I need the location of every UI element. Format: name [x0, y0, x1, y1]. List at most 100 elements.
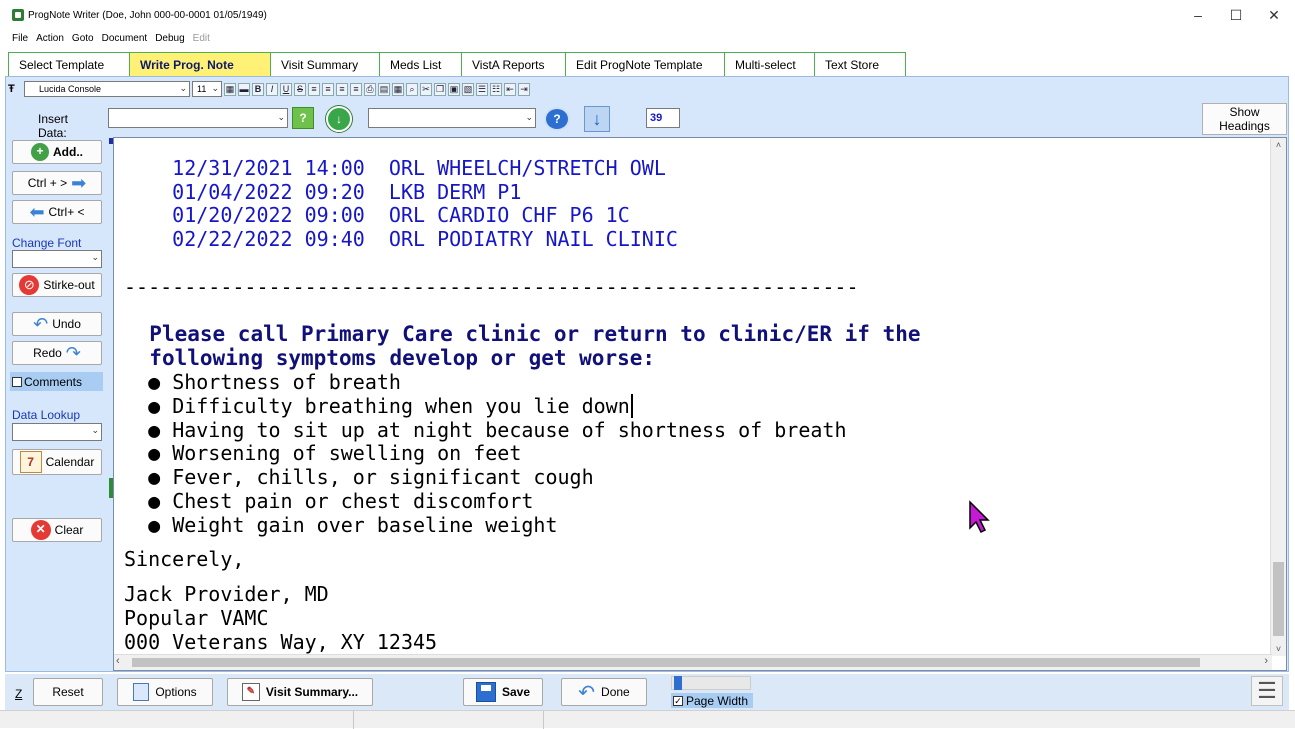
z-shortcut[interactable]: Z [15, 687, 22, 701]
help-icon[interactable]: ? [544, 107, 570, 131]
text-caret [630, 393, 633, 418]
calendar-label: Calendar [45, 455, 95, 469]
instructions-heading: following symptoms develop or get worse: [149, 346, 656, 371]
tab-meds-list[interactable]: Meds List [379, 52, 462, 76]
align-left-icon[interactable]: ≡ [308, 82, 320, 96]
scroll-left-icon[interactable]: ‹ [116, 655, 120, 667]
table-icon[interactable]: ▦ [392, 82, 404, 96]
close-button[interactable]: ✕ [1255, 0, 1293, 30]
highlight-icon[interactable]: ▬ [238, 82, 250, 96]
insert-data-label: Insert Data: [38, 112, 69, 140]
page-width-slider[interactable] [671, 676, 751, 690]
tab-text-store[interactable]: Text Store [814, 52, 906, 76]
undo-icon: ↶ [33, 313, 49, 334]
done-label: Done [601, 685, 630, 699]
scroll-up-icon[interactable]: ˄ [1271, 138, 1286, 152]
find-icon[interactable]: ⌕ [406, 82, 418, 96]
minimize-button[interactable]: – [1179, 0, 1217, 30]
bold-button[interactable]: B [252, 82, 264, 96]
italic-button[interactable]: I [266, 82, 278, 96]
preview-icon[interactable]: ▤ [378, 82, 390, 96]
secondary-select[interactable]: ⌄ [368, 108, 536, 128]
clear-button[interactable]: ✕ Clear [12, 518, 102, 542]
separator-line: ----------------------------------------… [124, 274, 859, 299]
change-font-link[interactable]: Change Font [12, 236, 81, 250]
strike-out-button[interactable]: ⊘ Stirke-out [12, 273, 102, 297]
vertical-scroll-thumb[interactable] [1273, 562, 1284, 636]
horizontal-scrollbar[interactable]: ‹ › [114, 654, 1272, 670]
horizontal-scroll-thumb[interactable] [132, 658, 1200, 667]
add-button[interactable]: + Add.. [12, 140, 102, 164]
chevron-down-icon: ⌄ [525, 112, 533, 122]
font-name-select[interactable]: Lucida Console ⌄ [24, 81, 190, 97]
scroll-down-icon[interactable]: ˅ [1271, 642, 1286, 656]
paste-icon[interactable]: ▣ [448, 82, 460, 96]
ctrl-next-button[interactable]: Ctrl + > ➡ [12, 171, 102, 195]
calendar-button[interactable]: 7 Calendar [12, 449, 102, 475]
insert-data-select[interactable]: ⌄ [108, 108, 288, 128]
reset-button[interactable]: Reset [33, 678, 103, 706]
numbered-list-icon[interactable]: ☷ [490, 82, 502, 96]
chevron-down-icon: ⌄ [277, 112, 285, 122]
font-icon: Ŧ [8, 83, 15, 95]
tab-write-prog-note[interactable]: Write Prog. Note [129, 52, 271, 76]
align-center-icon[interactable]: ≡ [322, 82, 334, 96]
help-template-icon[interactable]: ? [292, 107, 314, 129]
indent-icon[interactable]: ⇥ [518, 82, 530, 96]
comments-label: Comments [24, 374, 83, 389]
tab-select-template[interactable]: Select Template [8, 52, 130, 76]
tab-strip: Select Template Write Prog. Note Visit S… [8, 52, 906, 76]
ctrl-next-label: Ctrl + > [27, 176, 68, 190]
menu-edit[interactable]: Edit [193, 33, 210, 44]
visit-summary-button[interactable]: ✎ Visit Summary... [227, 678, 373, 706]
tab-edit-prognote-template[interactable]: Edit ProgNote Template [565, 52, 725, 76]
options-button[interactable]: Options [117, 678, 213, 706]
outdent-icon[interactable]: ⇤ [504, 82, 516, 96]
bullet-list-icon[interactable]: ☰ [476, 82, 488, 96]
comments-toggle[interactable]: Comments [10, 372, 103, 391]
line-number-field[interactable]: 39 [646, 108, 680, 128]
image-icon[interactable]: ▧ [462, 82, 474, 96]
tab-visit-summary[interactable]: Visit Summary [270, 52, 380, 76]
font-color-icon[interactable]: ▦ [224, 82, 236, 96]
page-width-toggle[interactable]: ✓ Page Width [671, 693, 753, 708]
save-button[interactable]: Save [463, 678, 543, 706]
scroll-right-icon[interactable]: › [1264, 655, 1268, 667]
chevron-down-icon: ⌄ [91, 252, 99, 262]
print-icon[interactable]: ⎙ [364, 82, 376, 96]
menu-goto[interactable]: Goto [72, 33, 94, 44]
note-text[interactable]: 12/31/2021 14:00 ORL WHEELCH/STRETCH OWL… [124, 138, 1264, 658]
strikethrough-button[interactable]: S [294, 82, 306, 96]
copy-icon[interactable]: ❐ [434, 82, 446, 96]
tab-multi-select[interactable]: Multi-select [724, 52, 815, 76]
justify-icon[interactable]: ≡ [350, 82, 362, 96]
data-lookup-link[interactable]: Data Lookup [12, 408, 80, 422]
font-size-select[interactable]: 11 ⌄ [192, 81, 222, 97]
comments-checkbox[interactable] [12, 376, 22, 387]
menu-file[interactable]: File [12, 33, 28, 44]
list-menu-icon[interactable]: ☰ [1251, 676, 1283, 706]
show-headings-button[interactable]: Show Headings [1202, 103, 1287, 135]
change-font-select[interactable]: ⌄ [12, 250, 102, 268]
page-width-slider-thumb[interactable] [674, 676, 682, 690]
align-right-icon[interactable]: ≡ [336, 82, 348, 96]
arrow-down-icon[interactable]: ↓ [584, 106, 610, 132]
page-width-checkbox[interactable]: ✓ [673, 695, 683, 706]
data-lookup-select[interactable]: ⌄ [12, 423, 102, 441]
menu-action[interactable]: Action [36, 33, 64, 44]
insert-down-icon[interactable]: ↓ [326, 106, 352, 132]
redo-button[interactable]: Redo ↷ [12, 341, 102, 365]
maximize-button[interactable]: ☐ [1217, 0, 1255, 30]
menu-debug[interactable]: Debug [155, 33, 184, 44]
ctrl-prev-button[interactable]: ⬅ Ctrl+ < [12, 200, 102, 224]
underline-button[interactable]: U [280, 82, 292, 96]
vertical-scrollbar[interactable]: ˄ ˅ [1270, 138, 1286, 656]
note-editor[interactable]: 12/31/2021 14:00 ORL WHEELCH/STRETCH OWL… [113, 137, 1287, 671]
symptom-item: ● Chest pain or chest discomfort [148, 488, 534, 513]
tab-vista-reports[interactable]: VistA Reports [461, 52, 566, 76]
done-button[interactable]: ↶ Done [561, 678, 647, 706]
undo-button[interactable]: ↶ Undo [12, 312, 102, 336]
menu-document[interactable]: Document [102, 33, 148, 44]
cut-icon[interactable]: ✂ [420, 82, 432, 96]
redo-label: Redo [33, 346, 62, 360]
